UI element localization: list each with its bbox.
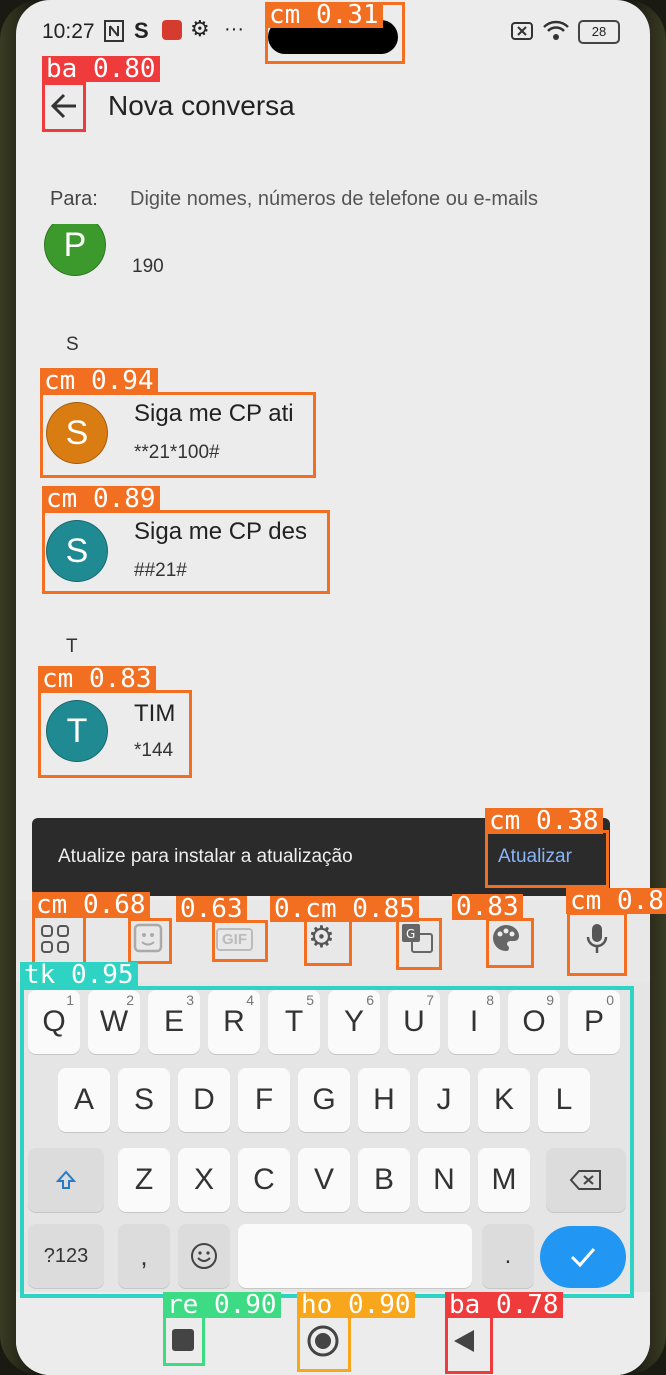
detection-label: cm 0.31 [265,2,383,28]
detection-label: cm 0.83 [38,666,156,692]
section-header-s: S [66,334,79,355]
detection-label: re 0.90 [163,1292,281,1318]
detection-box [567,912,627,976]
nfc-icon [104,20,124,48]
mail-icon [162,20,182,40]
sim-off-icon [510,20,534,48]
detection-label: cm 0.94 [40,368,158,394]
wifi-icon [542,18,570,48]
avatar: P [44,224,106,276]
detection-box [212,920,268,962]
detection-label: ba 0.80 [42,56,160,82]
section-header-t: T [66,636,78,657]
detection-box [445,1314,493,1374]
detection-label: cm 0.89 [42,486,160,512]
detection-label: ba 0.78 [445,1292,563,1318]
recipient-input[interactable]: Digite nomes, números de telefone ou e-m… [130,188,538,211]
battery-level: 28 [591,24,607,39]
detection-label: cm 0.38 [485,808,603,834]
detection-label: tk 0.95 [20,962,138,988]
detection-box [485,830,609,888]
detection-box [42,510,330,594]
detection-label: 0.cm 0.85 [270,896,419,922]
detection-label: 0.63 [176,896,247,922]
status-time: 10:27 [42,20,95,43]
gear-icon: ⚙ [190,16,210,41]
battery-icon: 28 [578,20,620,44]
detection-box [304,918,352,966]
contact-number: 190 [132,256,164,277]
detection-box [40,392,316,478]
detection-box [128,918,172,964]
partial-avatar-clip: P [44,224,106,276]
detection-box [163,1314,205,1366]
detection-label: 0.83 [452,894,523,920]
avatar-initial: P [63,225,87,264]
detection-box [396,918,442,970]
page-title: Nova conversa [108,90,295,121]
detection-label: cm 0.8 [566,888,666,914]
detection-label: ho 0.90 [297,1292,415,1318]
recipient-row: Para: Digite nomes, números de telefone … [16,160,650,240]
detection-box [42,82,86,132]
detection-box [486,918,534,968]
detection-box [38,690,192,778]
s-icon: S [134,18,149,43]
more-dots: ··· [224,18,244,40]
detection-box [297,1314,351,1372]
to-label: Para: [50,188,98,210]
detection-label: cm 0.68 [32,892,150,918]
snackbar-message: Atualize para instalar a atualização [58,846,353,867]
detection-box [20,986,634,1298]
